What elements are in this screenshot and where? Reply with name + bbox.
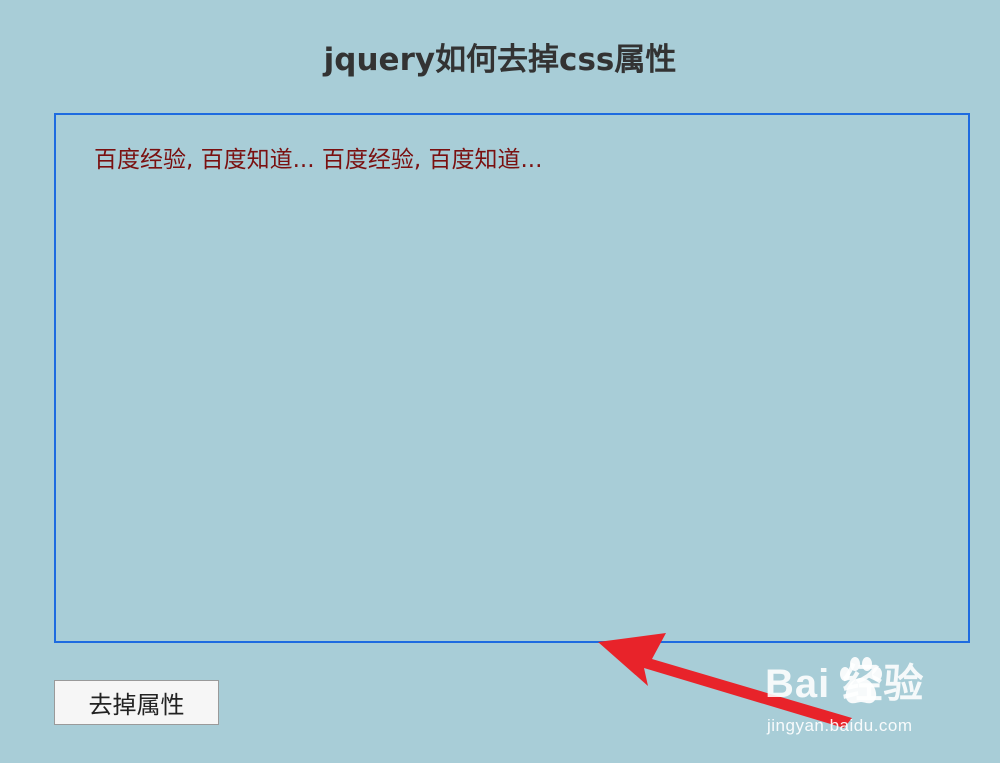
content-box: 百度经验, 百度知道... 百度经验, 百度知道... (54, 113, 970, 643)
watermark-brand: Bai 经验 (765, 662, 925, 706)
baidu-jingyan-watermark: Bai 经验 jingyan.baidu.com (765, 656, 955, 746)
page-title: jquery如何去掉css属性 (323, 42, 677, 78)
watermark-url: jingyan.baidu.com (767, 716, 913, 735)
baidu-paw-icon (840, 657, 882, 704)
remove-attribute-button[interactable]: 去掉属性 (54, 680, 219, 725)
content-text: 百度经验, 百度知道... 百度经验, 百度知道... (94, 147, 543, 173)
